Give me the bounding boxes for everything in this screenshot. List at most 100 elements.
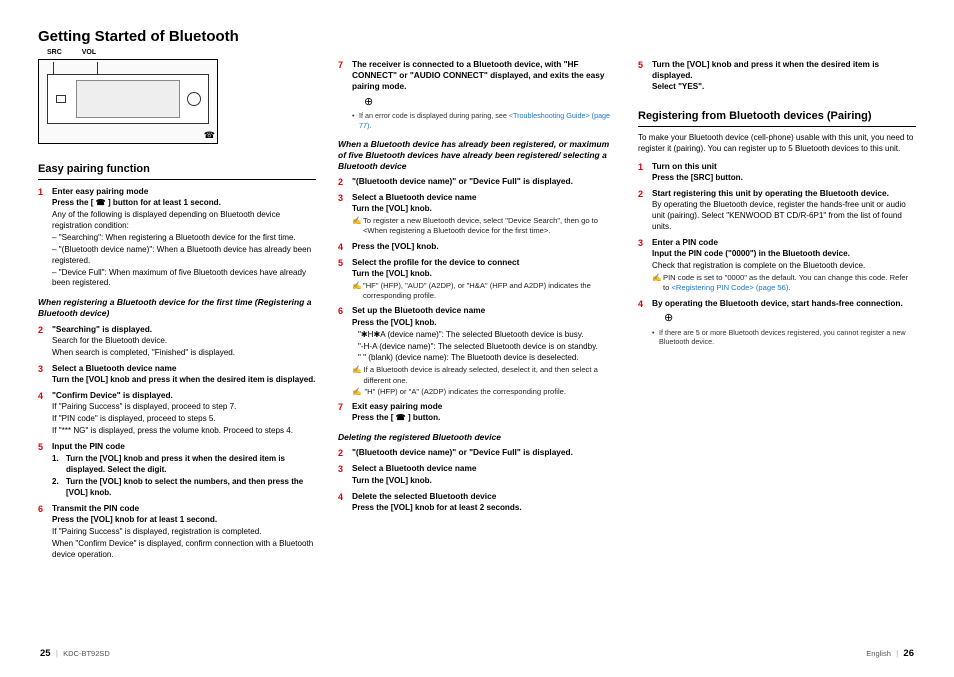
step-number: 3 [38, 363, 48, 386]
step-title: "Confirm Device" is displayed. [52, 390, 316, 401]
phone-icon: ☎ [204, 129, 215, 141]
link-pin-code[interactable]: <Registering PIN Code> (page 56) [671, 283, 788, 292]
step-sub: Press the [SRC] button. [652, 173, 916, 184]
step-title: Transmit the PIN code [52, 503, 316, 514]
step-sub: Turn the [VOL] knob. [352, 269, 616, 280]
bluetooth-icon: ⊕ [364, 95, 616, 110]
step-title: "(Bluetooth device name)" or "Device Ful… [352, 447, 616, 458]
note-text: "H" (HFP) or "A" (A2DP) indicates the co… [364, 387, 566, 397]
step-number: 4 [638, 298, 648, 347]
step-number: 5 [638, 59, 648, 93]
page-title: Getting Started of Bluetooth [38, 28, 916, 45]
step-number: 2 [638, 188, 648, 233]
step-number: 6 [38, 503, 48, 561]
substep-text: Turn the [VOL] knob to select the number… [66, 477, 316, 499]
step-title: Set up the Bluetooth device name [352, 305, 616, 316]
step-number: 4 [338, 241, 348, 253]
step-number: 6 [338, 305, 348, 397]
step-title: Delete the selected Bluetooth device [352, 491, 616, 502]
step-sub: Turn the [VOL] knob. [352, 204, 616, 215]
step-sub: Select "YES". [652, 82, 916, 93]
step-sub: Turn the [VOL] knob and press it when th… [52, 375, 316, 386]
step-title: Input the PIN code [52, 441, 316, 452]
step-number: 2 [338, 447, 348, 459]
step-number: 4 [338, 491, 348, 514]
content-columns: SRC VOL ☎ Easy pairing function 1 Enter … [38, 55, 916, 642]
step-text: If "Pairing Success" is displayed, regis… [52, 527, 316, 538]
device-diagram: SRC VOL ☎ [38, 59, 218, 144]
step-text: Search for the Bluetooth device. [52, 336, 316, 347]
note-text: "HF" (HFP), "AUD" (A2DP), or "H&A" (HFP … [363, 281, 616, 302]
step-number: 4 [38, 390, 48, 437]
page-number-right: 26 [903, 648, 914, 659]
column-3: 5 Turn the [VOL] knob and press it when … [638, 55, 916, 642]
page-number-left: 25 [40, 648, 51, 659]
step-text: By operating the Bluetooth device, regis… [652, 200, 916, 233]
step-number: 7 [338, 59, 348, 131]
step-title: "Searching" is displayed. [52, 324, 316, 335]
step-number: 3 [338, 192, 348, 237]
step-title: The receiver is connected to a Bluetooth… [352, 59, 616, 93]
note-text: If an error code is displayed during par… [359, 111, 507, 120]
step-title: Turn the [VOL] knob and press it when th… [652, 59, 916, 81]
column-1: SRC VOL ☎ Easy pairing function 1 Enter … [38, 55, 316, 642]
step-title: Enter a PIN code [652, 237, 916, 248]
step-text: "✱H✱A (device name)": The selected Bluet… [352, 330, 616, 341]
step-sub: Press the [VOL] knob for at least 1 seco… [52, 515, 316, 526]
step-text: When search is completed, "Finished" is … [52, 348, 316, 359]
step-number: 3 [638, 237, 648, 294]
step-title: Select a Bluetooth device name [352, 192, 616, 203]
step-title: Start registering this unit by operating… [652, 188, 916, 199]
note-text: To register a new Bluetooth device, sele… [363, 216, 616, 237]
step-number: 1 [38, 186, 48, 290]
step-sub: Press the [ ☎ ] button for at least 1 se… [52, 198, 316, 209]
step-sub: Input the PIN code ("0000") in the Bluet… [652, 249, 916, 260]
substep-number: 2. [52, 477, 62, 499]
diagram-label-src: SRC [47, 49, 62, 56]
step-title: Press the [VOL] knob. [352, 241, 616, 252]
substep-text: Turn the [VOL] knob and press it when th… [66, 454, 316, 476]
step-title: Turn on this unit [652, 161, 916, 172]
sub-heading: When registering a Bluetooth device for … [38, 297, 316, 319]
intro-text: To make your Bluetooth device (cell-phon… [638, 133, 916, 155]
step-title: Enter easy pairing mode [52, 186, 316, 197]
step-text: Any of the following is displayed depend… [52, 210, 316, 232]
step-text: "(Bluetooth device name)": When a Blueto… [52, 245, 316, 267]
step-text: Check that registration is complete on t… [652, 261, 916, 272]
step-sub: Press the [ ☎ ] button. [352, 413, 616, 424]
bluetooth-icon: ⊕ [664, 311, 916, 326]
step-text: "-H-A (device name)": The selected Bluet… [352, 342, 616, 353]
note-text: If a Bluetooth device is already selecte… [364, 365, 616, 386]
step-text: If "PIN code" is displayed, proceed to s… [52, 414, 316, 425]
model-label: KDC-BT92SD [63, 649, 110, 658]
step-number: 2 [338, 176, 348, 188]
step-number: 5 [38, 441, 48, 499]
step-text: If "Pairing Success" is displayed, proce… [52, 402, 316, 413]
step-sub: Press the [VOL] knob. [352, 318, 616, 329]
step-title: Select a Bluetooth device name [352, 463, 616, 474]
step-text: " " (blank) (device name): The Bluetooth… [352, 353, 616, 364]
column-2: 7 The receiver is connected to a Bluetoo… [338, 55, 616, 642]
note-text: If there are 5 or more Bluetooth devices… [659, 328, 916, 347]
heading-easy-pairing: Easy pairing function [38, 162, 316, 180]
heading-registering: Registering from Bluetooth devices (Pair… [638, 109, 916, 127]
step-title: Select the profile for the device to con… [352, 257, 616, 268]
page-footer: 25 | KDC-BT92SD English | 26 [38, 648, 916, 659]
language-label: English [866, 649, 891, 658]
step-text: "Searching": When registering a Bluetoot… [52, 233, 316, 244]
sub-heading: Deleting the registered Bluetooth device [338, 432, 616, 443]
step-number: 7 [338, 401, 348, 424]
step-number: 2 [38, 324, 48, 359]
step-title: Exit easy pairing mode [352, 401, 616, 412]
substep-number: 1. [52, 454, 62, 476]
step-text: "Device Full": When maximum of five Blue… [52, 268, 316, 290]
step-sub: Press the [VOL] knob for at least 2 seco… [352, 503, 616, 514]
step-text: When "Confirm Device" is displayed, conf… [52, 539, 316, 561]
step-sub: Turn the [VOL] knob. [352, 476, 616, 487]
step-number: 1 [638, 161, 648, 184]
step-title: "(Bluetooth device name)" or "Device Ful… [352, 176, 616, 187]
step-title: Select a Bluetooth device name [52, 363, 316, 374]
step-number: 3 [338, 463, 348, 486]
diagram-label-vol: VOL [82, 49, 96, 56]
step-text: If "*** NG" is displayed, press the volu… [52, 426, 316, 437]
